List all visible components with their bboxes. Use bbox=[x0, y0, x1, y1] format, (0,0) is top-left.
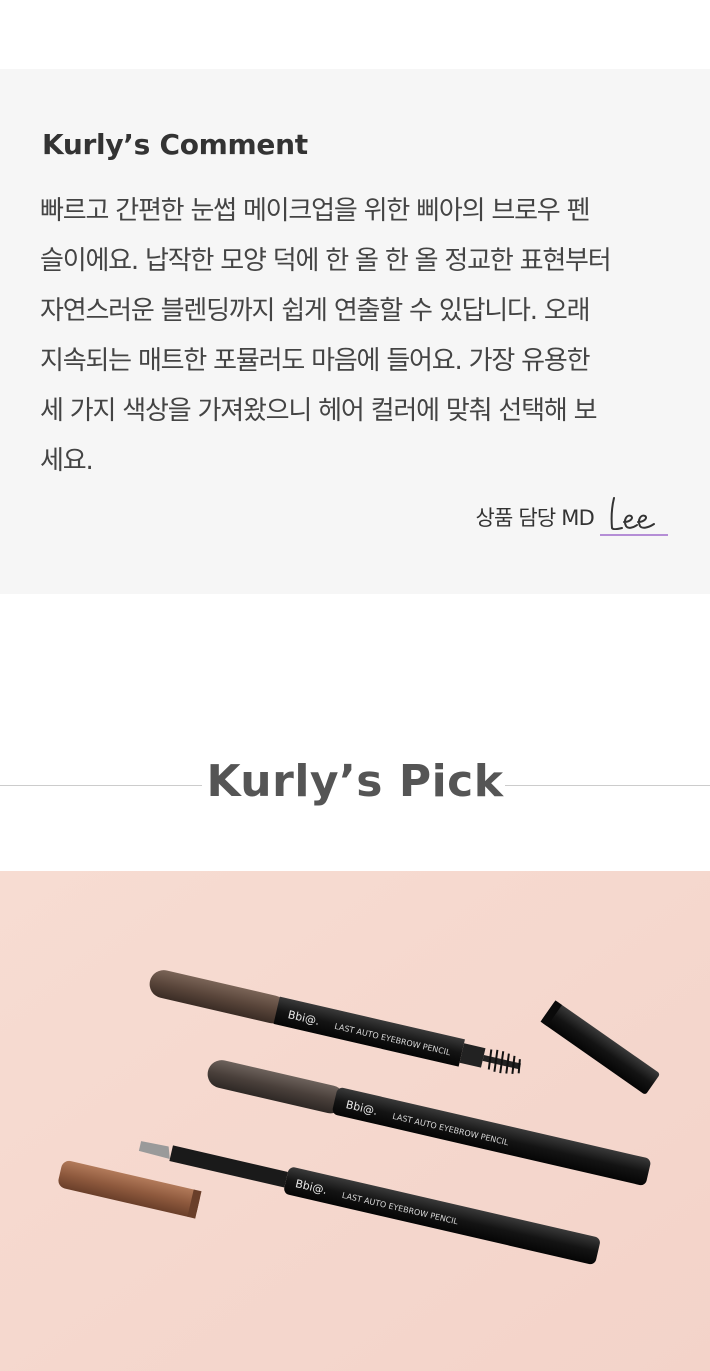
comment-body: 빠르고 간편한 눈썹 메이크업을 위한 삐아의 브로우 펜 슬이에요. 납작한 … bbox=[40, 186, 680, 486]
product-image: Bbi@. LAST AUTO EYEBROW PENCIL Bbi@. LAS… bbox=[0, 871, 710, 1371]
md-signature bbox=[600, 492, 668, 536]
comment-title: Kurly’s Comment bbox=[42, 128, 308, 161]
comment-line: 세요. bbox=[40, 446, 94, 476]
comment-line: 세 가지 색상을 가져왔으니 헤어 컬러에 맞춰 선택해 보 bbox=[40, 396, 598, 426]
md-label: 상품 담당 MD bbox=[475, 506, 594, 530]
kurlys-pick-header: Kurly’s Pick bbox=[0, 750, 710, 820]
pick-title: Kurly’s Pick bbox=[206, 756, 504, 807]
divider-line bbox=[505, 785, 710, 786]
comment-line: 빠르고 간편한 눈썹 메이크업을 위한 삐아의 브로우 펜 bbox=[40, 196, 590, 226]
comment-line: 자연스러운 블렌딩까지 쉽게 연출할 수 있답니다. 오래 bbox=[40, 296, 590, 326]
comment-line: 슬이에요. 납작한 모양 덕에 한 올 한 올 정교한 표현부터 bbox=[40, 246, 612, 276]
signature-handwriting bbox=[610, 497, 655, 531]
comment-line: 지속되는 매트한 포뮬러도 마음에 들어요. 가장 유용한 bbox=[40, 346, 590, 376]
md-signature-block: 상품 담당 MD bbox=[475, 492, 668, 536]
